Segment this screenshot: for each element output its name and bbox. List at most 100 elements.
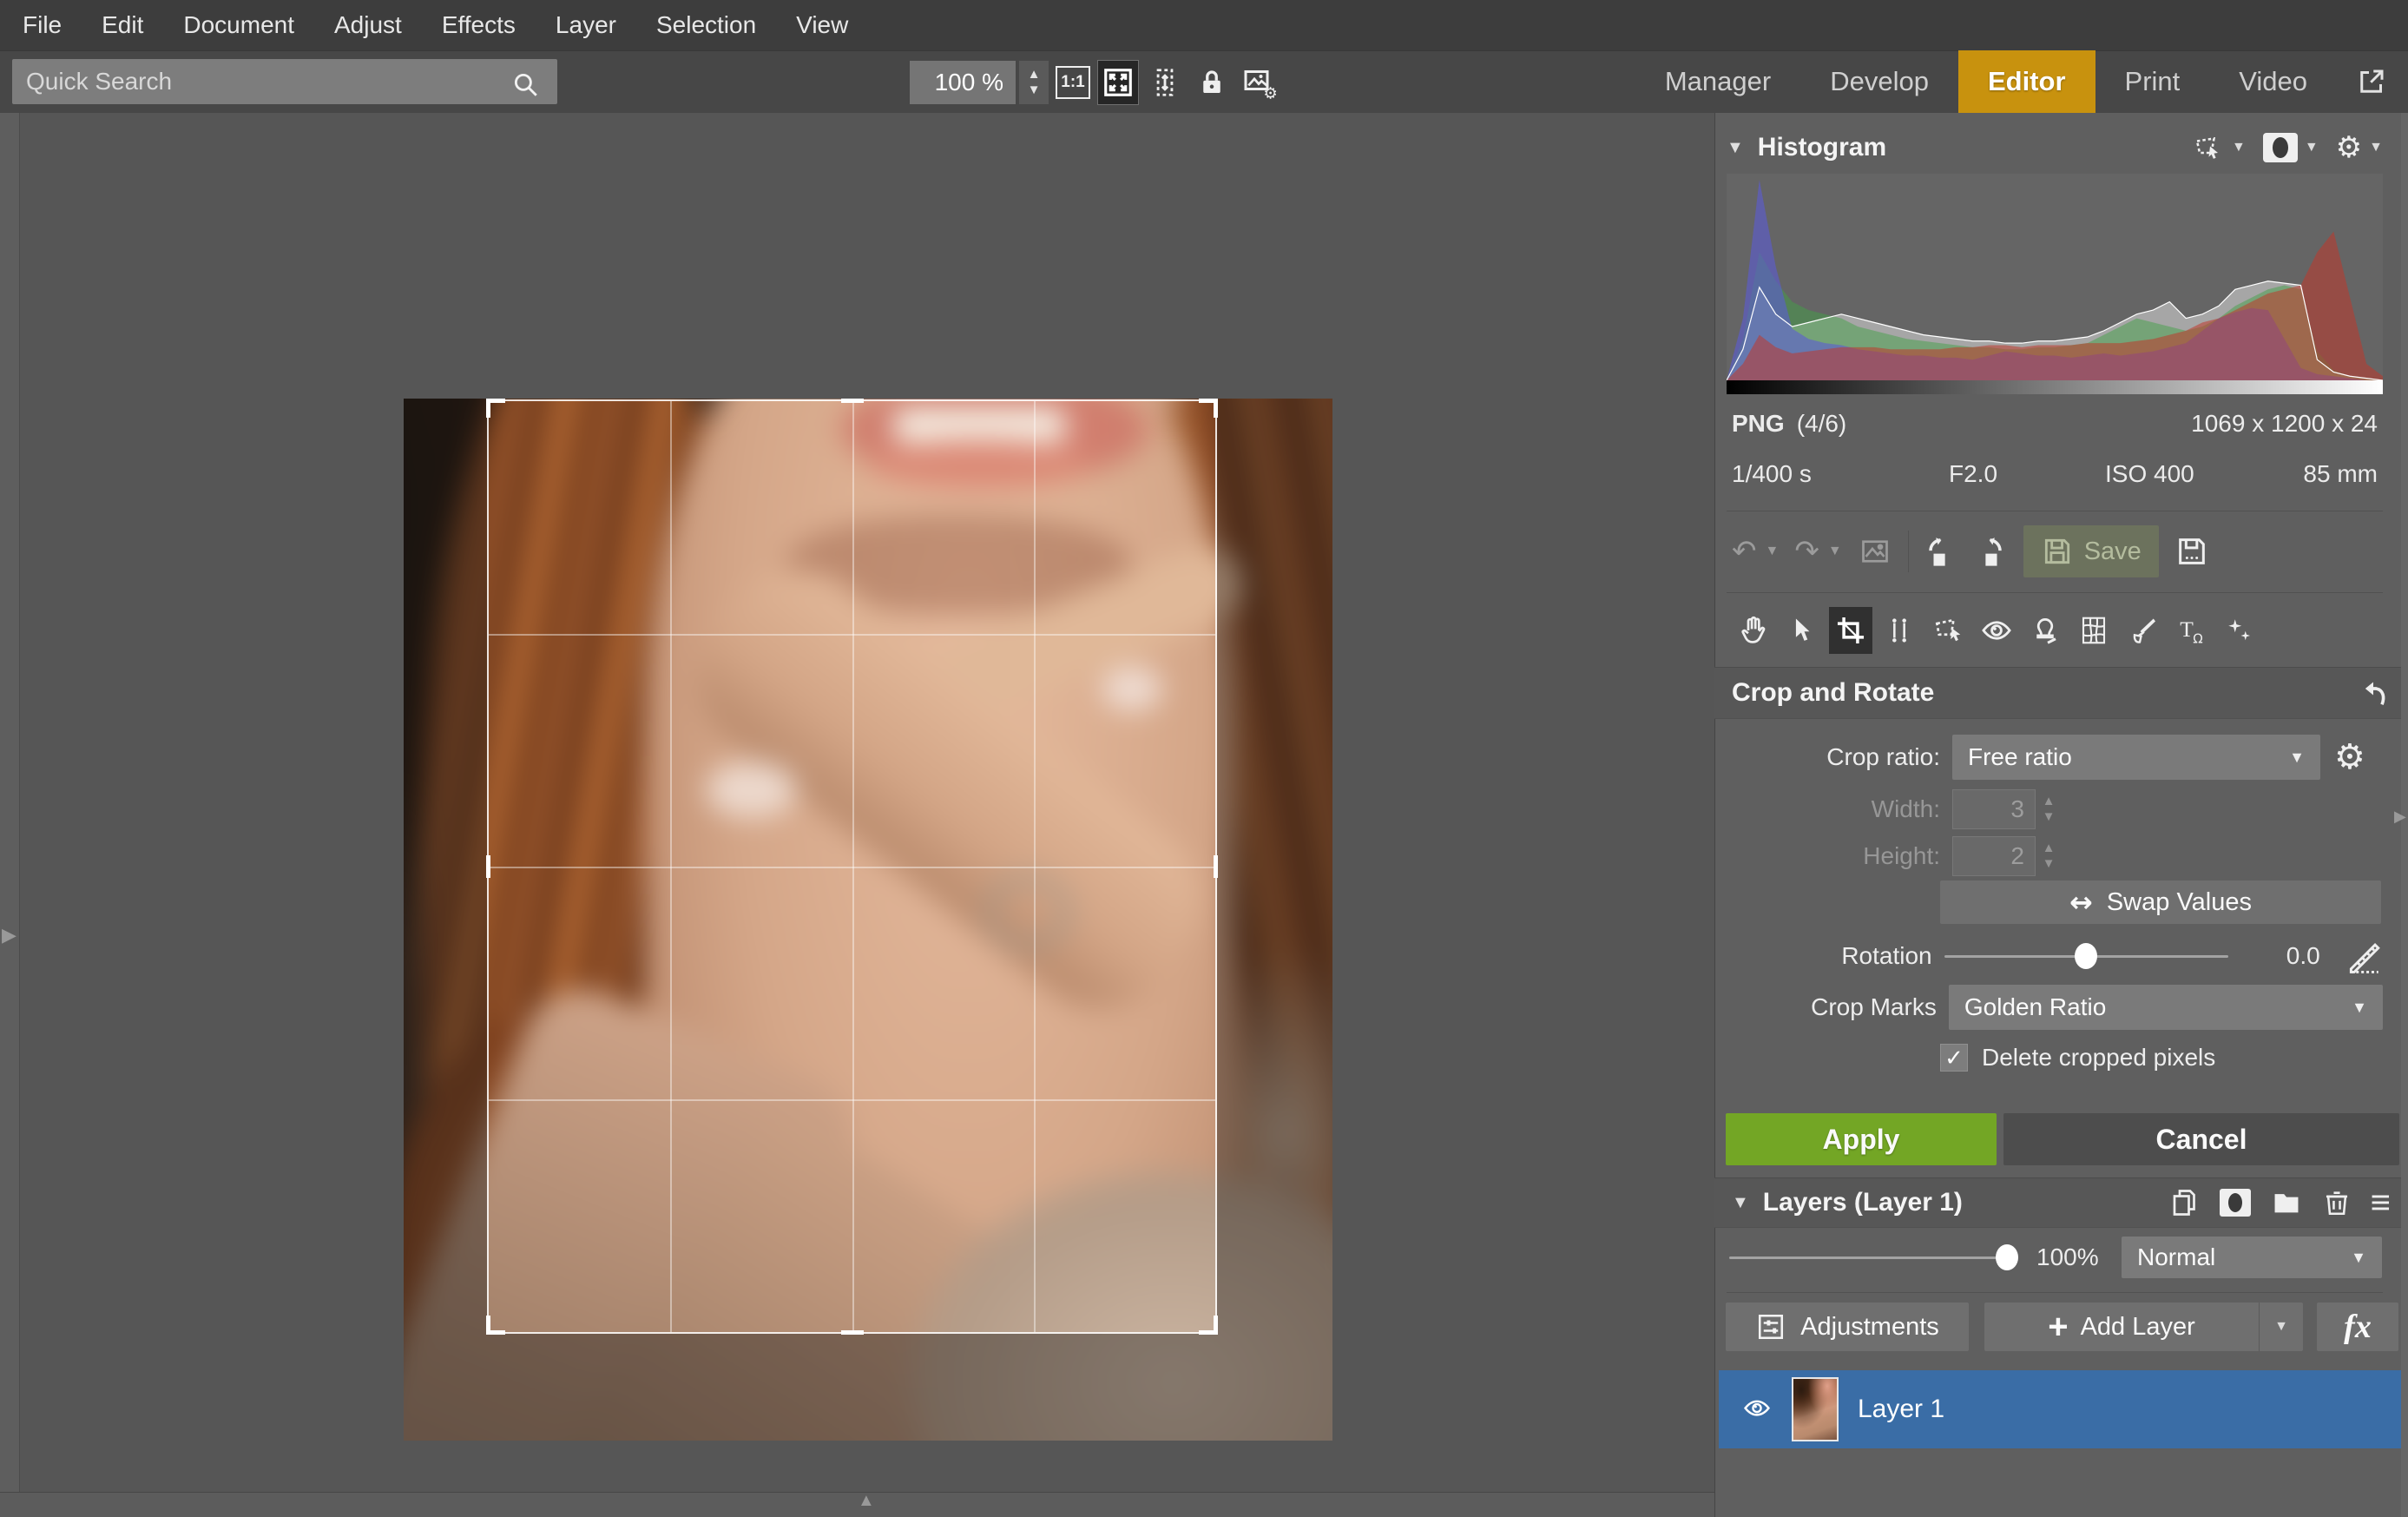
cancel-button[interactable]: Cancel [2003,1113,2399,1165]
crop-handle-bottom-left-v[interactable] [486,1316,490,1335]
menu-edit[interactable]: Edit [102,11,143,39]
open-external-button[interactable] [2337,50,2396,113]
file-info-row2: 1/400 s F2.0 ISO 400 85 mm [1732,457,2378,491]
apply-button[interactable]: Apply [1726,1113,1997,1165]
tab-manager[interactable]: Manager [1635,50,1800,113]
tab-develop[interactable]: Develop [1800,50,1958,113]
search-icon[interactable] [510,69,540,99]
opacity-slider[interactable] [1729,1256,2016,1259]
photo-image[interactable] [404,399,1332,1441]
opacity-slider-thumb[interactable] [1996,1244,2018,1270]
rotation-slider-thumb[interactable] [2075,943,2097,969]
crop-ratio-dropdown[interactable]: Free ratio ▼ [1952,735,2320,780]
mask-overlay-icon[interactable] [2263,133,2298,162]
add-layer-dropdown-button[interactable]: ▼ [2259,1303,2303,1351]
left-panel-expand-icon[interactable]: ▶ [2,924,16,946]
crop-handle-bottom-right-v[interactable] [1214,1316,1218,1335]
mask-overlay-dropdown-icon[interactable]: ▼ [2305,140,2319,155]
menu-adjust[interactable]: Adjust [334,11,402,39]
save-button-disabled[interactable]: Save [2023,525,2159,577]
crop-ratio-settings-icon[interactable]: ⚙ [2334,740,2365,775]
lock-zoom-button[interactable] [1191,60,1233,105]
image-settings-button[interactable]: ⚙ [1238,60,1280,105]
histogram-settings-icon[interactable]: ⚙ [2336,133,2362,162]
text-tool-icon[interactable]: T Ω [2169,607,2213,654]
editor-canvas[interactable] [0,113,1714,1492]
blend-mode-dropdown[interactable]: Normal ▼ [2122,1237,2382,1278]
zoom-level-input[interactable]: 100 % [910,61,1016,104]
tab-editor[interactable]: Editor [1958,50,2095,113]
menu-layer[interactable]: Layer [556,11,616,39]
zoom-step-down-icon[interactable]: ▼ [1028,85,1041,96]
warp-mesh-tool-icon[interactable] [2072,607,2115,654]
crop-handle-top-left-v[interactable] [486,399,490,418]
rotation-row: Rotation 0.0 [1723,934,2383,978]
retouch-stars-tool-icon[interactable] [2218,607,2261,654]
layer-row-selected[interactable]: Layer 1 [1719,1370,2403,1448]
move-tool-icon[interactable] [1780,607,1824,654]
rotation-slider[interactable] [1944,955,2228,958]
search-input[interactable] [12,59,557,104]
layers-collapse-icon[interactable]: ▼ [1732,1193,1749,1213]
layer-visibility-eye-icon[interactable] [1738,1395,1776,1424]
crop-rectangle[interactable] [487,399,1217,1334]
add-layer-button[interactable]: + Add Layer [1984,1303,2259,1351]
deform-tool-icon[interactable] [1926,607,1970,654]
reset-crop-icon[interactable] [2356,676,2391,710]
selection-overlay-icon[interactable] [2190,132,2225,163]
crop-marks-dropdown[interactable]: Golden Ratio ▼ [1949,985,2383,1030]
menu-file[interactable]: File [23,11,62,39]
filmstrip-collapsed-bar[interactable]: ▲ [0,1492,1714,1517]
panel-resize-handle-icon[interactable]: ▶ [2394,808,2406,826]
external-link-icon [2356,66,2387,97]
crop-tool-icon[interactable] [1829,607,1872,654]
selection-overlay-dropdown-icon[interactable]: ▼ [2232,140,2246,155]
menu-view[interactable]: View [796,11,848,39]
red-eye-tool-icon[interactable] [1975,607,2018,654]
adjustments-button[interactable]: Adjustments [1726,1303,1969,1351]
menu-selection[interactable]: Selection [656,11,756,39]
pan-tool-icon[interactable] [1732,607,1775,654]
rotate-right-button[interactable] [1970,533,2006,570]
layers-menu-icon[interactable]: ≡ [2371,1185,2391,1220]
zoner-photo-studio-window: File Edit Document Adjust Effects Layer … [0,0,2408,1517]
undo-button-disabled[interactable]: ↶ [1732,537,1757,566]
clone-stamp-tool-icon[interactable] [2023,607,2067,654]
crop-handle-right[interactable] [1214,855,1218,878]
rotate-left-button[interactable] [1924,533,1961,570]
straighten-tool-icon[interactable] [1878,607,1921,654]
redo-button-disabled[interactable]: ↷ [1794,537,1819,566]
duplicate-layer-icon[interactable] [2169,1186,2201,1219]
left-panel-collapsed-strip[interactable]: ▶ [0,113,20,1492]
fit-to-screen-button[interactable] [1097,60,1139,105]
menu-document[interactable]: Document [183,11,294,39]
level-ruler-icon[interactable] [2345,936,2383,976]
histogram-header[interactable]: ▼ Histogram ▼ ▼ ⚙ ▼ [1727,127,2383,168]
show-original-icon[interactable] [1858,536,1892,567]
swap-values-button[interactable]: ↔ Swap Values [1940,881,2381,924]
delete-layer-trash-icon[interactable] [2322,1186,2352,1219]
menu-effects[interactable]: Effects [442,11,516,39]
zoom-1to1-button[interactable]: 1:1 [1052,60,1094,105]
crop-handle-top-right-v[interactable] [1214,399,1218,418]
crop-handle-bottom[interactable] [841,1330,864,1335]
layer-effects-button[interactable]: fx [2317,1303,2398,1351]
delete-cropped-checkbox[interactable]: ✓ [1940,1044,1968,1072]
redo-dropdown-icon[interactable]: ▼ [1828,544,1842,559]
zoom-step-up-icon[interactable]: ▲ [1028,69,1041,80]
zoom-stepper[interactable]: ▲ ▼ [1019,61,1049,104]
save-as-button[interactable] [2174,534,2209,569]
paint-tool-icon[interactable] [2121,607,2164,654]
add-mask-icon[interactable] [2220,1189,2251,1217]
histogram-settings-dropdown-icon[interactable]: ▼ [2369,140,2383,155]
fit-width-button[interactable] [1144,60,1186,105]
crop-handle-top[interactable] [841,399,864,403]
filmstrip-expand-icon[interactable]: ▲ [858,1491,875,1511]
histogram-collapse-icon[interactable]: ▼ [1727,138,1744,158]
layer-thumbnail[interactable] [1792,1377,1839,1441]
tab-video[interactable]: Video [2209,50,2337,113]
tab-print[interactable]: Print [2095,50,2210,113]
group-layers-folder-icon[interactable] [2270,1188,2303,1217]
crop-handle-left[interactable] [486,855,490,878]
undo-dropdown-icon[interactable]: ▼ [1766,544,1780,559]
